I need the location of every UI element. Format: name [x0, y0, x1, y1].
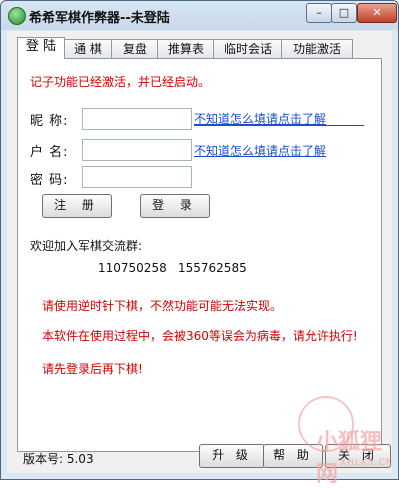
app-icon — [8, 7, 26, 25]
tab-replay[interactable]: 复盘 — [111, 39, 159, 58]
account-field[interactable] — [82, 139, 192, 161]
nickname-label: 昵 称: — [30, 114, 69, 129]
account-help-link[interactable]: 不知道怎么填请点击了解 — [194, 142, 326, 159]
group-number-1: 110750258 — [98, 261, 167, 275]
password-label: 密 码: — [30, 173, 69, 188]
link-underline — [194, 125, 364, 126]
tab-login[interactable]: 登 陆 — [17, 37, 65, 59]
upgrade-button[interactable]: 升 级 — [199, 444, 265, 468]
password-field[interactable] — [82, 166, 192, 188]
account-label: 户 名: — [30, 145, 69, 160]
register-button[interactable]: 注 册 — [42, 194, 112, 218]
tab-temp-chat[interactable]: 临时会话 — [213, 39, 283, 58]
tab-calc-table[interactable]: 推算表 — [157, 39, 215, 58]
watermark-sub: XHLKS.CN — [340, 458, 394, 468]
maximize-button[interactable]: □ — [331, 3, 357, 23]
tab-activation[interactable]: 功能激活 — [281, 39, 353, 58]
watermark-text: 小狐狸网 — [316, 430, 383, 487]
title-bar[interactable]: 希希军棋作弊器--未登陆 – □ ✕ — [1, 1, 398, 31]
minimize-button[interactable]: – — [306, 3, 332, 23]
tip-counterclockwise: 请使用逆时针下棋，不然功能可能无法实现。 — [42, 299, 283, 313]
nickname-field[interactable] — [82, 108, 192, 130]
group-number-2: 155762585 — [178, 261, 247, 275]
activation-notice: 记子功能已经激活，并已经启动。 — [30, 75, 211, 89]
tip-login-first: 请先登录后再下棋! — [42, 362, 143, 376]
login-panel: 记子功能已经激活，并已经启动。 昵 称: 不知道怎么填请点击了解 户 名: 不知… — [17, 58, 382, 452]
group-title: 欢迎加入军棋交流群: — [30, 239, 143, 253]
tip-antivirus: 本软件在使用过程中，会被360等误会为病毒，请允许执行! — [42, 329, 358, 343]
version-label: 版本号: 5.03 — [23, 452, 94, 466]
tab-tongqi[interactable]: 通 棋 — [63, 39, 113, 58]
window-title: 希希军棋作弊器--未登陆 — [29, 11, 170, 26]
close-window-button[interactable]: ✕ — [357, 3, 397, 23]
login-button[interactable]: 登 录 — [140, 194, 210, 218]
